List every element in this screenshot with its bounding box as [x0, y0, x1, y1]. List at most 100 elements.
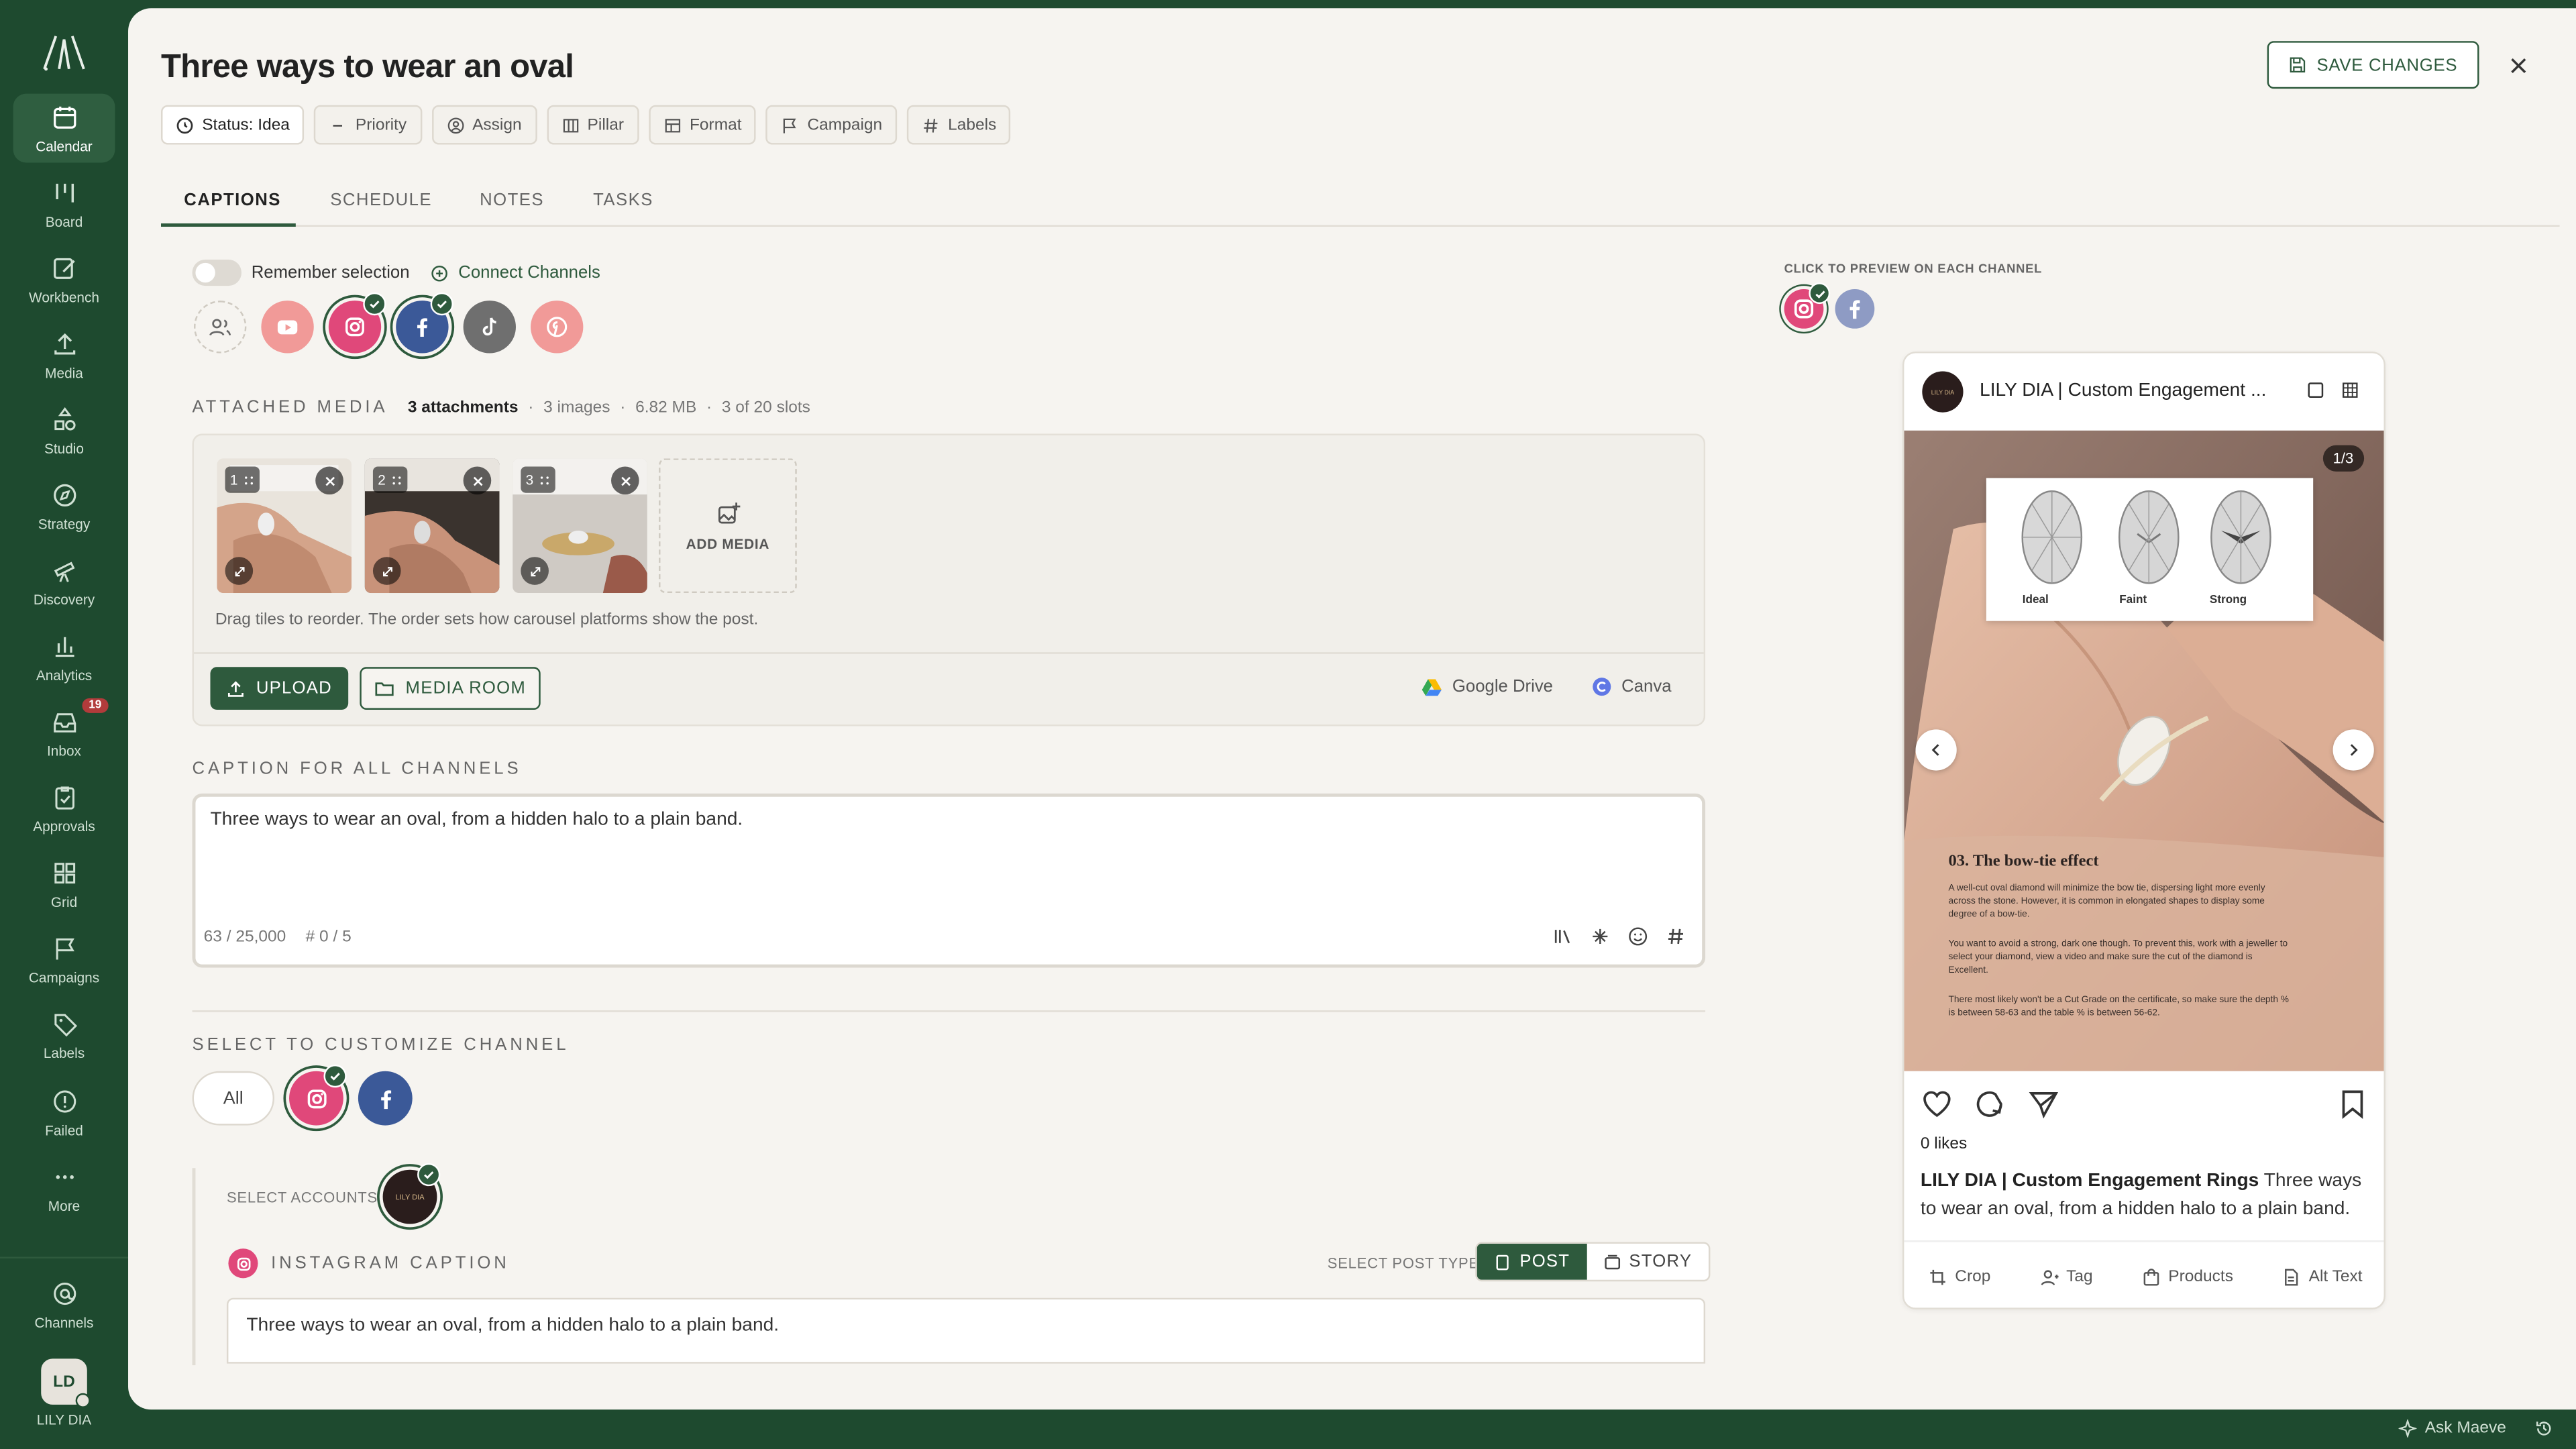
customize-facebook[interactable]	[358, 1071, 413, 1126]
emoji-icon[interactable]	[1628, 926, 1648, 946]
thumbnail-order-handle[interactable]: 1	[225, 466, 260, 493]
image-count: 3 images	[543, 399, 610, 418]
upload-button[interactable]: UPLOAD	[210, 667, 349, 710]
carousel-prev-button[interactable]	[1915, 729, 1957, 771]
heart-icon[interactable]	[1921, 1087, 1953, 1120]
format-chip[interactable]: Format	[648, 105, 757, 145]
history-icon[interactable]	[2535, 1419, 2553, 1438]
media-thumbnail[interactable]: 1	[217, 458, 352, 594]
media-thumbnail[interactable]: 3	[513, 458, 647, 594]
caption-textarea[interactable]: Three ways to wear an oval, from a hidde…	[210, 810, 1689, 909]
crop-label: Crop	[1955, 1267, 1991, 1286]
tag-button[interactable]: Tag	[2040, 1267, 2093, 1285]
google-drive-button[interactable]: Google Drive	[1421, 677, 1553, 696]
library-icon[interactable]	[1552, 926, 1572, 946]
sidebar-item-media[interactable]: Media	[13, 321, 115, 390]
sidebar-item-studio[interactable]: Studio	[13, 396, 115, 465]
user-status-dot	[75, 1393, 91, 1408]
remove-media-button[interactable]	[463, 466, 492, 495]
customize-channel-label: SELECT TO CUSTOMIZE CHANNEL	[192, 1034, 570, 1055]
save-changes-button[interactable]: SAVE CHANGES	[2267, 41, 2479, 89]
tab-captions[interactable]: CAPTIONS	[184, 191, 281, 210]
chip-label: Labels	[948, 115, 997, 134]
expand-media-button[interactable]	[225, 557, 254, 585]
sidebar-item-labels[interactable]: Labels	[13, 1000, 115, 1069]
sidebar-item-workbench[interactable]: Workbench	[13, 245, 115, 314]
bookmark-icon[interactable]	[2336, 1087, 2369, 1120]
status-circle-icon	[176, 117, 193, 133]
remember-selection-toggle[interactable]	[192, 259, 242, 286]
sidebar-item-discovery[interactable]: Discovery	[13, 547, 115, 616]
channel-pinterest[interactable]	[531, 301, 584, 354]
share-icon[interactable]	[2027, 1087, 2060, 1120]
products-button[interactable]: Products	[2142, 1267, 2233, 1285]
google-drive-icon	[1421, 678, 1442, 696]
canva-button[interactable]: Canva	[1592, 676, 1672, 697]
sidebar-item-calendar[interactable]: Calendar	[13, 93, 115, 163]
expand-media-button[interactable]	[521, 557, 549, 585]
sidebar-item-inbox[interactable]: Inbox 19	[13, 698, 115, 767]
priority-chip[interactable]: Priority	[314, 105, 422, 145]
alt-text-button[interactable]: Alt Text	[2282, 1267, 2363, 1285]
sidebar-item-failed[interactable]: Failed	[13, 1078, 115, 1147]
folder-icon	[375, 682, 394, 696]
sidebar-item-label: Labels	[43, 1044, 85, 1062]
instagram-icon	[307, 1089, 326, 1108]
connect-channels-link[interactable]: Connect Channels	[431, 263, 600, 282]
status-chip[interactable]: Status: Idea	[161, 105, 305, 145]
sidebar-item-strategy[interactable]: Strategy	[13, 472, 115, 541]
sparkle-icon[interactable]	[1591, 926, 1610, 946]
crop-button[interactable]: Crop	[1929, 1267, 1990, 1285]
pinterest-icon	[547, 317, 568, 337]
tab-notes[interactable]: NOTES	[480, 191, 544, 210]
canva-label: Canva	[1621, 676, 1672, 697]
tab-schedule[interactable]: SCHEDULE	[330, 191, 432, 210]
add-media-button[interactable]: ADD MEDIA	[659, 458, 797, 594]
preview-account-avatar: LILY DIA	[1922, 371, 1964, 413]
remove-media-button[interactable]	[315, 466, 343, 495]
close-button[interactable]	[2506, 52, 2532, 78]
sidebar-item-approvals[interactable]: Approvals	[13, 773, 115, 843]
instagram-caption-textarea[interactable]: Three ways to wear an oval, from a hidde…	[246, 1316, 1676, 1352]
sidebar-item-campaigns[interactable]: Campaigns	[13, 925, 115, 994]
media-room-button[interactable]: MEDIA ROOM	[360, 667, 541, 710]
expand-media-button[interactable]	[372, 557, 401, 585]
sidebar-item-board[interactable]: Board	[13, 169, 115, 238]
sidebar-item-channels[interactable]: Channels	[13, 1270, 115, 1339]
customize-all-button[interactable]: All	[192, 1071, 274, 1126]
app-logo[interactable]	[40, 30, 89, 72]
thumbnail-order-handle[interactable]: 3	[521, 466, 555, 493]
sidebar-item-grid[interactable]: Grid	[13, 849, 115, 918]
sidebar-item-more[interactable]: More	[13, 1153, 115, 1222]
instagram-caption-editor: Three ways to wear an oval, from a hidde…	[226, 1297, 1706, 1364]
thumbnail-order-handle[interactable]: 2	[372, 466, 407, 493]
facebook-icon	[1849, 300, 1860, 319]
channel-youtube[interactable]	[261, 301, 314, 354]
campaign-chip[interactable]: Campaign	[766, 105, 898, 145]
media-thumbnail[interactable]: 2	[364, 458, 500, 594]
channel-group-button[interactable]	[193, 301, 247, 354]
preview-image: Ideal Faint Strong 1/3 03. The bow-tie e…	[1904, 430, 2384, 1071]
post-type-post[interactable]: POST	[1477, 1243, 1587, 1280]
board-icon	[55, 183, 73, 203]
shopping-bag-icon	[2143, 1267, 2159, 1285]
post-type-story[interactable]: STORY	[1587, 1244, 1709, 1280]
sidebar-item-analytics[interactable]: Analytics	[13, 623, 115, 692]
pillar-chip[interactable]: Pillar	[546, 105, 639, 145]
labels-chip[interactable]: Labels	[906, 105, 1012, 145]
carousel-next-button[interactable]	[2332, 729, 2374, 771]
hashtag-icon[interactable]	[1666, 926, 1685, 946]
channel-tiktok[interactable]	[463, 301, 516, 354]
save-icon	[2290, 57, 2306, 72]
preview-facebook[interactable]	[1835, 289, 1875, 329]
tab-tasks[interactable]: TASKS	[593, 191, 653, 210]
remove-media-button[interactable]	[611, 466, 639, 495]
ask-maeve-button[interactable]: Ask Maeve	[2398, 1419, 2506, 1438]
shape-label-ideal: Ideal	[2022, 594, 2049, 606]
single-view-icon[interactable]	[2306, 381, 2324, 399]
grid-view-icon[interactable]	[2341, 381, 2359, 399]
assign-chip[interactable]: Assign	[431, 105, 537, 145]
diamond-shapes-card: Ideal Faint Strong	[1986, 478, 2314, 621]
comment-icon[interactable]	[1973, 1087, 2006, 1120]
sidebar-divider	[0, 1256, 129, 1258]
